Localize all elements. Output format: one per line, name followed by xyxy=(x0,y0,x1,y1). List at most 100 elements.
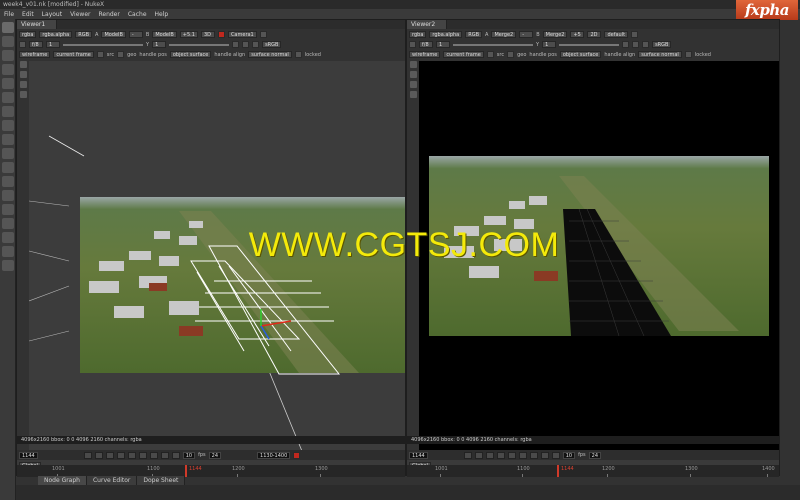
wipe-mode-dropdown[interactable]: - xyxy=(519,31,534,38)
pen-tool-icon[interactable] xyxy=(20,81,27,88)
next-keyframe-icon[interactable] xyxy=(160,451,169,459)
fps-field[interactable]: 24 xyxy=(208,451,222,459)
render-mode-dropdown[interactable]: wireframe xyxy=(19,51,51,58)
stop-icon[interactable] xyxy=(507,451,516,459)
pen-tool-icon[interactable] xyxy=(410,81,417,88)
handle-pos-dropdown[interactable]: object surface xyxy=(559,51,602,58)
next-keyframe-icon[interactable] xyxy=(540,451,549,459)
a-input-dropdown[interactable]: Merge2 xyxy=(491,31,517,38)
tab-dope-sheet[interactable]: Dope Sheet xyxy=(137,476,186,485)
frame-step-field[interactable]: 10 xyxy=(182,451,196,459)
range-lock-icon[interactable] xyxy=(293,451,301,459)
step-forward-icon[interactable] xyxy=(529,451,538,459)
viewer2-canvas[interactable] xyxy=(419,61,779,456)
gamma-field[interactable]: 1 xyxy=(542,41,557,48)
node-select-icon[interactable] xyxy=(410,71,417,78)
fps-field[interactable]: 24 xyxy=(588,451,602,459)
layer-dropdown[interactable]: rgba.alpha xyxy=(39,31,73,38)
geo-checkbox[interactable] xyxy=(507,51,515,58)
clip-icon[interactable] xyxy=(622,41,630,48)
tab-curve-editor[interactable]: Curve Editor xyxy=(86,476,138,485)
views-icon[interactable] xyxy=(2,190,14,201)
node-select-icon[interactable] xyxy=(20,71,27,78)
display-mode-dropdown[interactable]: RGB xyxy=(465,31,483,38)
handle-align-dropdown[interactable]: surface normal xyxy=(638,51,682,58)
roi-icon[interactable] xyxy=(252,41,260,48)
current-frame-field[interactable]: 1144 xyxy=(409,451,428,459)
current-frame-field[interactable]: 1144 xyxy=(19,451,38,459)
other-icon[interactable] xyxy=(2,232,14,243)
merge-icon[interactable] xyxy=(2,120,14,131)
src-checkbox[interactable] xyxy=(486,51,494,58)
menu-edit[interactable]: Edit xyxy=(18,11,38,18)
lut-dropdown[interactable]: default xyxy=(604,31,629,38)
b-input-dropdown[interactable]: Merge2 xyxy=(542,31,568,38)
locked-checkbox[interactable] xyxy=(294,51,302,58)
select-tool-icon[interactable] xyxy=(20,61,27,68)
play-forward-icon[interactable] xyxy=(138,451,147,459)
select-tool-icon[interactable] xyxy=(410,61,417,68)
exposure-icon[interactable] xyxy=(409,41,416,48)
gamma-slider[interactable] xyxy=(169,43,230,46)
menu-help[interactable]: Help xyxy=(151,11,173,18)
color-icon[interactable] xyxy=(2,78,14,89)
frame-mode-dropdown[interactable]: current frame xyxy=(443,51,484,58)
plugins-icon[interactable] xyxy=(2,260,14,271)
exposure-icon[interactable] xyxy=(19,41,26,48)
record-icon[interactable] xyxy=(217,31,225,38)
handle-pos-dropdown[interactable]: object surface xyxy=(169,51,212,58)
gain-value-field[interactable]: 1 xyxy=(46,41,60,48)
gain-slider[interactable] xyxy=(63,43,143,46)
brush-icon[interactable] xyxy=(2,36,14,47)
src-checkbox[interactable] xyxy=(96,51,104,58)
display-mode-dropdown[interactable]: RGB xyxy=(75,31,93,38)
layer-dropdown[interactable]: rgba.alpha xyxy=(429,31,463,38)
particles-icon[interactable] xyxy=(2,162,14,173)
fstop-field[interactable]: f/8 xyxy=(419,41,433,48)
proxy-icon[interactable] xyxy=(242,41,250,48)
transform-icon[interactable] xyxy=(2,134,14,145)
viewer1-canvas[interactable] xyxy=(29,61,405,456)
step-back-icon[interactable] xyxy=(485,451,494,459)
colorspace-dropdown[interactable]: sRGB xyxy=(262,41,282,48)
prev-keyframe-icon[interactable] xyxy=(94,451,103,459)
play-forward-icon[interactable] xyxy=(518,451,527,459)
filter-icon[interactable] xyxy=(2,92,14,103)
toolsets-icon[interactable] xyxy=(2,218,14,229)
keyer-icon[interactable] xyxy=(2,106,14,117)
step-forward-icon[interactable] xyxy=(149,451,158,459)
metadata-icon[interactable] xyxy=(2,204,14,215)
gamma-slider[interactable] xyxy=(559,43,620,46)
view-mode-dropdown[interactable]: 3D xyxy=(200,31,215,38)
lock-icon[interactable] xyxy=(631,31,639,38)
geo-checkbox[interactable] xyxy=(117,51,125,58)
clip-icon[interactable] xyxy=(232,41,240,48)
tab-node-graph[interactable]: Node Graph xyxy=(38,476,87,485)
gain-field[interactable]: +5.1 xyxy=(179,31,198,38)
channels-dropdown[interactable]: rgba xyxy=(19,31,37,38)
grid-tool-icon[interactable] xyxy=(20,91,27,98)
menu-viewer[interactable]: Viewer xyxy=(66,11,94,18)
b-input-dropdown[interactable]: ModelB xyxy=(152,31,177,38)
play-backward-icon[interactable] xyxy=(116,451,125,459)
menu-cache[interactable]: Cache xyxy=(124,11,151,18)
furnace-icon[interactable] xyxy=(2,246,14,257)
gamma-field[interactable]: 1 xyxy=(152,41,167,48)
menu-file[interactable]: File xyxy=(0,11,18,18)
gain-value-field[interactable]: 1 xyxy=(436,41,450,48)
deep-icon[interactable] xyxy=(2,176,14,187)
handle-align-dropdown[interactable]: surface normal xyxy=(248,51,292,58)
node-graph-area[interactable] xyxy=(16,485,800,500)
lock-icon[interactable] xyxy=(259,31,267,38)
grid-tool-icon[interactable] xyxy=(410,91,417,98)
channels-dropdown[interactable]: rgba xyxy=(409,31,427,38)
gain-field[interactable]: +5 xyxy=(570,31,585,38)
node-graph-icon[interactable] xyxy=(2,22,14,33)
last-frame-icon[interactable] xyxy=(171,451,180,459)
play-backward-icon[interactable] xyxy=(496,451,505,459)
image-icon[interactable] xyxy=(2,50,14,61)
camera-dropdown[interactable]: Camera1 xyxy=(227,31,257,38)
render-mode-dropdown[interactable]: wireframe xyxy=(409,51,441,58)
tab-viewer2[interactable]: Viewer2 xyxy=(407,20,447,29)
channel-icon[interactable] xyxy=(2,64,14,75)
